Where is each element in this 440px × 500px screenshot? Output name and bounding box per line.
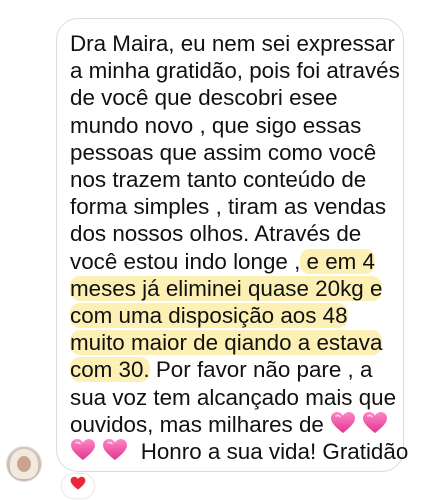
message-line: de você que descobri esee [70,85,338,111]
message-line: mundo novo , que sigo essas [70,112,362,138]
pink-heart-icon [362,411,388,435]
dm-screen: Dra Maira, eu nem sei expressar a minha … [0,0,440,500]
reaction-badge[interactable] [62,474,94,498]
highlighted-text: muito maior de qiando a estava [70,330,383,356]
message-line: Dra Maira, eu nem sei expressar [70,31,395,56]
highlighted-text: meses já eliminei quase 20kg e [70,275,383,301]
pink-heart-icon [330,411,356,435]
message-line: Honro a sua vida! Gratidão [140,439,409,465]
pink-heart-icon [70,438,96,462]
message-line: pessoas que assim como você [70,139,377,165]
avatar-face [17,456,31,472]
message-line: nos trazem tanto conteúdo de [70,167,367,193]
user-avatar[interactable] [6,446,42,482]
red-heart-icon [70,476,86,496]
message-line: ouvidos, mas milhares de [70,411,331,437]
highlighted-text: e em 4 [300,248,375,274]
highlighted-text: com uma disposição aos 48 [70,303,348,329]
pink-heart-icon [102,438,128,462]
message-line: Por favor não pare , a [149,357,373,383]
message-line: você estou indo longe , [70,248,301,274]
highlighted-text: com 30. [70,357,150,383]
message-line: a minha gratidão, pois foi através [70,58,400,84]
message-line: forma simples , tiram as vendas [70,194,387,220]
message-text: Dra Maira, eu nem sei expressar a minha … [70,30,408,465]
message-line: dos nossos olhos. Através de [70,221,362,247]
message-line: sua voz tem alcançado mais que [70,384,397,410]
